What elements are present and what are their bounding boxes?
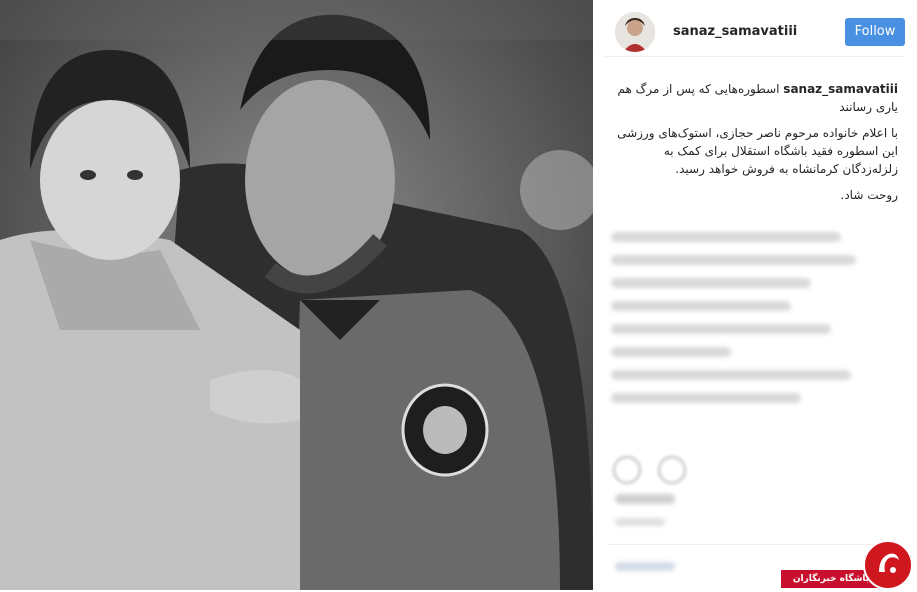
- add-comment-input[interactable]: [615, 562, 675, 571]
- comment-line: [611, 301, 791, 311]
- caption-body: با اعلام خانواده مرحوم ناصر حجازی، استوک…: [617, 126, 898, 176]
- caption-first-line: sanaz_samavatiii اسطوره‌هایی که پس از مر…: [608, 80, 898, 116]
- post-actions: [613, 456, 698, 488]
- comment-line: [611, 324, 831, 334]
- comment-line: [611, 393, 801, 403]
- comment-line: [611, 232, 841, 242]
- heart-icon[interactable]: [613, 456, 641, 484]
- post-header: sanaz_samavatiii Follow: [605, 12, 905, 57]
- post-photo[interactable]: [0, 0, 593, 590]
- comment-line: [611, 370, 851, 380]
- comment-line: [611, 255, 856, 265]
- comment-line: [611, 347, 731, 357]
- likes-count: [615, 494, 675, 504]
- blurred-comments: [611, 232, 871, 416]
- username[interactable]: sanaz_samavatiii: [673, 24, 797, 39]
- caption-username[interactable]: sanaz_samavatiii: [783, 82, 898, 96]
- watermark-logo: باشگاه خبرنگاران: [781, 540, 917, 590]
- comment-icon[interactable]: [658, 456, 687, 484]
- comment-line: [611, 278, 811, 288]
- caption-end: روحت شاد.: [840, 188, 898, 202]
- post-time: [615, 518, 665, 526]
- post-sidebar: sanaz_samavatiii Follow sanaz_samavatiii…: [593, 0, 917, 590]
- caption: sanaz_samavatiii اسطوره‌هایی که پس از مر…: [608, 80, 898, 204]
- watermark-emblem-icon: [863, 540, 913, 590]
- avatar[interactable]: [615, 12, 655, 52]
- follow-button[interactable]: Follow: [845, 18, 905, 46]
